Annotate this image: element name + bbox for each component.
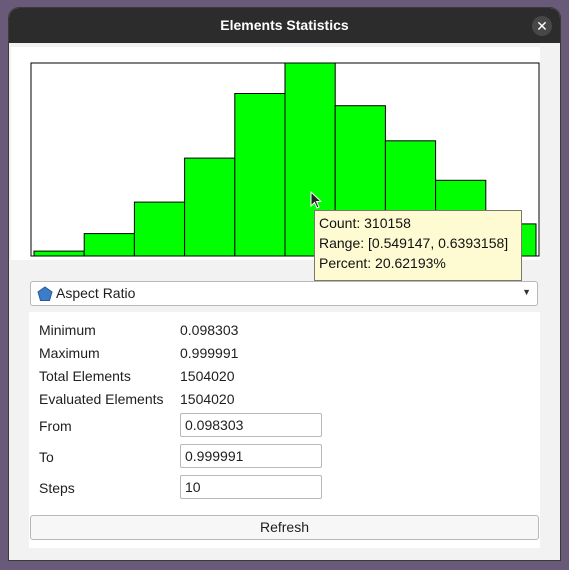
- histogram-bar-4[interactable]: [184, 157, 236, 257]
- from-field[interactable]: 0.098303: [180, 413, 322, 437]
- steps-field[interactable]: 10: [180, 475, 322, 499]
- to-label: To: [39, 449, 54, 465]
- refresh-button[interactable]: Refresh: [30, 515, 539, 540]
- metric-select-value: Aspect Ratio: [56, 285, 136, 301]
- minimum-value: 0.098303: [180, 322, 239, 338]
- bar-tooltip: Count: 310158 Range: [0.549147, 0.639315…: [314, 210, 522, 281]
- histogram-bar-5[interactable]: [234, 93, 286, 257]
- from-label: From: [39, 418, 72, 434]
- histogram-bar-2[interactable]: [83, 233, 135, 257]
- minimum-label: Minimum: [39, 322, 96, 338]
- maximum-value: 0.999991: [180, 345, 239, 361]
- to-field[interactable]: 0.999991: [180, 444, 322, 468]
- pentagon-icon: [37, 286, 53, 301]
- total-elements-value: 1504020: [180, 368, 235, 384]
- metric-select[interactable]: Aspect Ratio ▼: [30, 281, 538, 306]
- maximum-label: Maximum: [39, 345, 100, 361]
- histogram-bar-1[interactable]: [33, 250, 85, 257]
- total-elements-label: Total Elements: [39, 368, 131, 384]
- title-bar[interactable]: Elements Statistics ✕: [9, 8, 560, 43]
- evaluated-elements-value: 1504020: [180, 391, 235, 407]
- close-icon[interactable]: ✕: [532, 16, 552, 36]
- chevron-down-icon[interactable]: ▼: [522, 287, 531, 297]
- histogram-bar-3[interactable]: [133, 201, 186, 257]
- window-title: Elements Statistics: [220, 17, 349, 33]
- tooltip-percent: Percent: 20.62193%: [319, 255, 446, 271]
- steps-label: Steps: [39, 480, 75, 496]
- evaluated-elements-label: Evaluated Elements: [39, 391, 164, 407]
- tooltip-range: Range: [0.549147, 0.6393158]: [319, 235, 509, 251]
- tooltip-count: Count: 310158: [319, 215, 411, 231]
- mouse-cursor-icon: [310, 191, 323, 209]
